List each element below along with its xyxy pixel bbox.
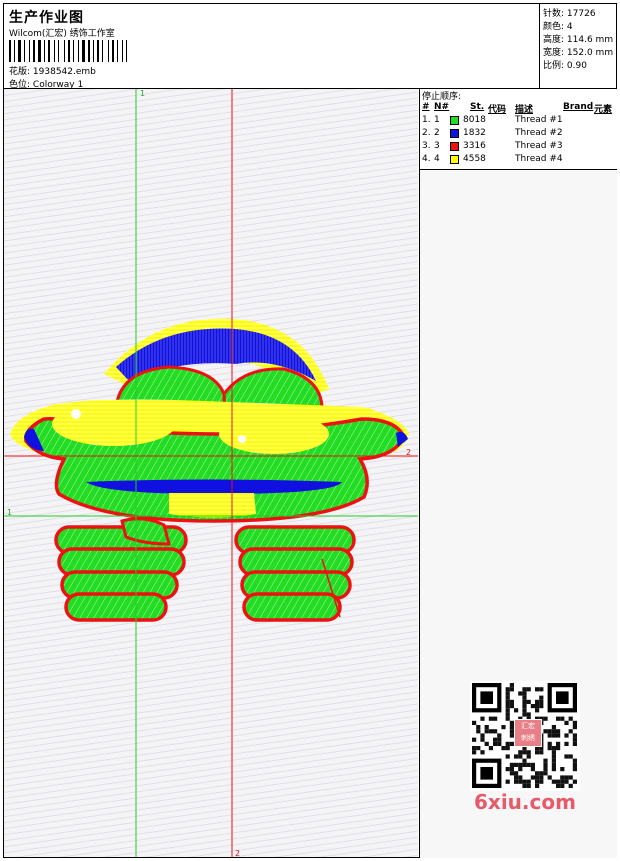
thread-swatch [450, 155, 459, 164]
left-finger-4 [64, 592, 168, 622]
mouth-yellow-chin [169, 493, 256, 518]
thread-row[interactable]: 4. 4 4558 Thread #4 [420, 154, 617, 167]
company-name: Wilcom(汇宏) 绣饰工作室 [9, 29, 115, 39]
col-element: 元素 [594, 105, 613, 115]
stop-sequence-label: 停止顺序: [422, 92, 462, 102]
left-hand [54, 517, 188, 622]
stitch-count: 针数: 17726 [543, 9, 596, 19]
guide-label-v2: 2 [235, 849, 240, 857]
page-title: 生产作业图 [9, 10, 84, 26]
design-scale: 比例: 0.90 [543, 61, 587, 71]
thread-row[interactable]: 2. 2 1832 Thread #2 [420, 128, 617, 141]
design-canvas[interactable]: 1 1 2 2 [4, 89, 418, 857]
thread-row[interactable]: 3. 3 3316 Thread #3 [420, 141, 617, 154]
guide-label-h1: 1 [7, 508, 12, 517]
qr-code: 汇宏 刺绣 [470, 681, 580, 791]
thread-row[interactable]: 1. 1 8018 Thread #1 [420, 115, 617, 128]
right-eye-glint [238, 435, 246, 443]
stats-panel: 针数: 17726 颜色: 4 高度: 114.6 mm 宽度: 152.0 m… [539, 3, 617, 88]
watermark-logo: 6xiu.com [474, 790, 576, 814]
col-brand: Brand [563, 102, 594, 112]
col-desc: 描述 [515, 105, 534, 115]
right-finger-4 [242, 592, 342, 622]
col-code: 代码 [488, 105, 507, 115]
design-height: 高度: 114.6 mm [543, 35, 614, 45]
right-eye-highlight [219, 414, 329, 454]
design-file-line: 花版: 1938542.emb [9, 64, 96, 77]
thread-swatch [450, 142, 459, 151]
col-index: # [422, 102, 430, 112]
design-file-value: 1938542.emb [32, 67, 96, 77]
worksheet-header: 生产作业图 Wilcom(汇宏) 绣饰工作室 花版: 1938542.emb 色… [3, 3, 617, 90]
left-eye-highlight [52, 402, 176, 446]
col-st: St. [470, 102, 485, 112]
left-eye-glint [71, 409, 81, 419]
design-file-label: 花版: [9, 67, 31, 77]
guide-label-h2: 2 [406, 448, 411, 457]
seal-stamp: 汇宏 刺绣 [514, 719, 542, 747]
embroidery-preview: 1 1 2 2 [4, 89, 418, 857]
thread-swatch [450, 129, 459, 138]
thread-table: 停止顺序: # N# St. 代码 描述 Brand 元素 1. 1 8018 … [420, 89, 617, 170]
col-n: N# [434, 102, 450, 112]
barcode [9, 40, 145, 62]
right-hand [234, 525, 356, 622]
color-count: 颜色: 4 [543, 22, 573, 32]
guide-label-v1: 1 [140, 89, 145, 98]
thread-swatch [450, 116, 459, 125]
design-width: 宽度: 152.0 mm [543, 48, 614, 58]
